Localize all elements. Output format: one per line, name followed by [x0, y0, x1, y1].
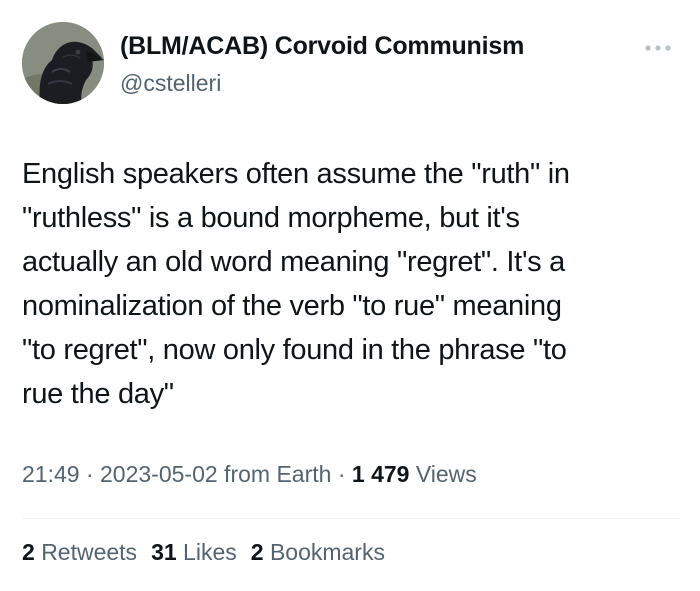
- tweet-card: (BLM/ACAB) Corvoid Communism @cstelleri …: [0, 0, 700, 591]
- tweet-time[interactable]: 21:49: [22, 461, 80, 487]
- bookmarks-label: Bookmarks: [269, 539, 385, 565]
- more-options-button[interactable]: [640, 36, 676, 60]
- engagement-stats: 2 Retweets 31 Likes 2 Bookmarks: [22, 539, 399, 566]
- meta-separator: ·: [79, 461, 101, 487]
- tweet-text: English speakers often assume the "ruth"…: [22, 158, 570, 410]
- bookmarks-stat[interactable]: 2 Bookmarks: [251, 539, 385, 566]
- likes-label: Likes: [183, 539, 237, 565]
- more-horizontal-icon: [645, 45, 671, 51]
- views-count: 1 479: [351, 461, 410, 487]
- retweets-label: Retweets: [41, 539, 138, 565]
- likes-count: 31: [151, 539, 177, 565]
- tweet-meta: 21:49 · 2023-05-02 from Earth · 1 479 Vi…: [22, 461, 477, 488]
- retweets-stat[interactable]: 2 Retweets: [22, 539, 137, 566]
- likes-stat[interactable]: 31 Likes: [151, 539, 237, 566]
- bookmarks-count: 2: [250, 539, 264, 565]
- retweets-count: 2: [22, 539, 35, 565]
- divider: [22, 518, 678, 519]
- author-avatar[interactable]: [22, 22, 104, 104]
- tweet-source: from Earth: [217, 461, 332, 487]
- views-label: Views: [409, 461, 477, 487]
- crow-avatar-icon: [22, 22, 104, 104]
- author-display-name[interactable]: (BLM/ACAB) Corvoid Communism: [120, 32, 524, 61]
- meta-separator: ·: [331, 461, 352, 487]
- author-handle[interactable]: @cstelleri: [120, 70, 221, 97]
- tweet-date[interactable]: 2023-05-02: [100, 461, 218, 487]
